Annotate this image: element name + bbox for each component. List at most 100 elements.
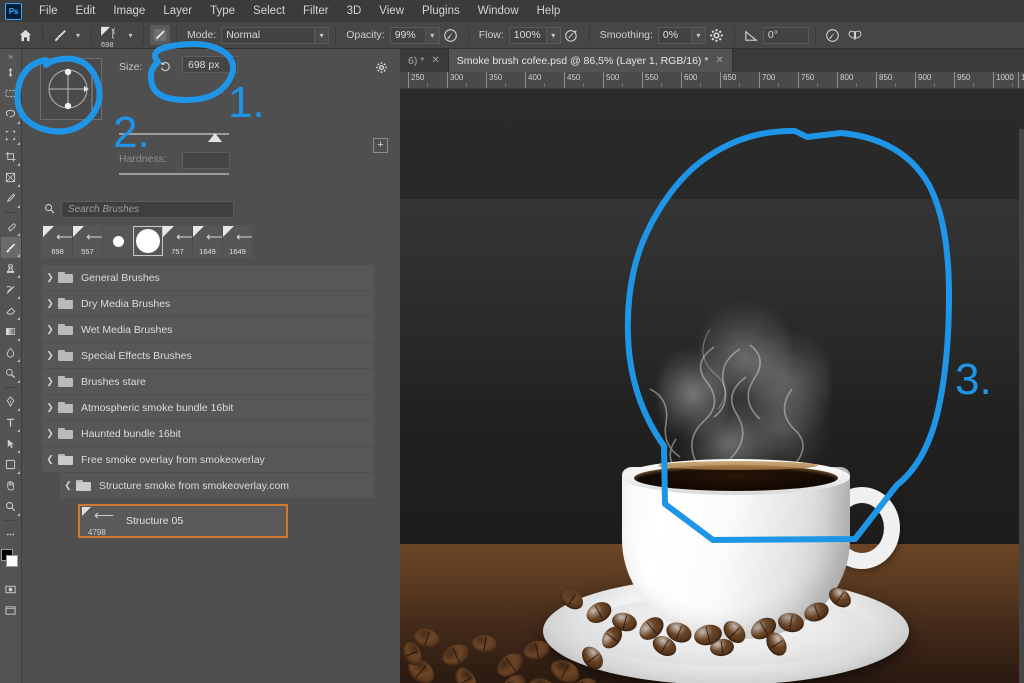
new-brush-preset-icon[interactable]: + (373, 138, 388, 153)
preset-thumb[interactable]: ⟵ 1649 (223, 226, 253, 256)
quick-mask-icon[interactable] (1, 579, 21, 600)
horizontal-ruler[interactable]: 250 300 350 400 450 500 550 600 650 700 … (400, 72, 1024, 89)
menu-select[interactable]: Select (244, 0, 294, 22)
brush-hardness-slider-track[interactable] (119, 173, 229, 175)
brush-tip-shape-widget[interactable] (40, 58, 102, 120)
brush-angle-value[interactable]: 0° (762, 26, 809, 44)
tool-dodge[interactable] (1, 363, 21, 384)
smoothing-options-icon[interactable] (706, 24, 728, 46)
tool-healing-brush[interactable] (1, 216, 21, 237)
menu-type[interactable]: Type (201, 0, 244, 22)
menu-image[interactable]: Image (104, 0, 154, 22)
preset-thumb[interactable] (103, 226, 133, 256)
blend-mode-chevron-icon[interactable]: ▾ (315, 26, 330, 44)
brush-folder-wet-media-brushes[interactable]: ❯ Wet Media Brushes (42, 317, 374, 342)
chevron-right-icon[interactable]: ❯ (42, 298, 58, 309)
brush-size-slider-thumb[interactable] (208, 133, 222, 142)
smoothing-chevron-icon[interactable]: ▾ (691, 26, 706, 44)
close-tab-icon[interactable]: ✕ (431, 55, 439, 66)
brush-folder-dry-media-brushes[interactable]: ❯ Dry Media Brushes (42, 291, 374, 316)
brush-size-field[interactable]: 698 px (182, 56, 238, 73)
search-input[interactable]: Search Brushes (61, 201, 234, 218)
blend-mode-select[interactable]: Normal ▾ (221, 26, 330, 44)
tool-path-select[interactable] (1, 433, 21, 454)
menu-filter[interactable]: Filter (294, 0, 338, 22)
brush-folder-brushes-stare[interactable]: ❯ Brushes stare (42, 369, 374, 394)
blend-mode-value[interactable]: Normal (221, 26, 316, 44)
chevron-right-icon[interactable]: ❯ (42, 350, 58, 361)
flow-chevron-icon[interactable]: ▾ (546, 26, 561, 44)
tool-zoom[interactable] (1, 496, 21, 517)
airbrush-icon[interactable] (561, 24, 583, 46)
tool-marquee[interactable] (1, 83, 21, 104)
document-tab-active[interactable]: Smoke brush cofee.psd @ 86,5% (Layer 1, … (448, 49, 733, 72)
chevron-down-icon[interactable]: ❮ (42, 454, 58, 465)
brush-folder-special-effects-brushes[interactable]: ❯ Special Effects Brushes (42, 343, 374, 368)
tool-eyedropper[interactable] (1, 188, 21, 209)
brush-folder-atmospheric-smoke-bundle[interactable]: ❯ Atmospheric smoke bundle 16bit (42, 395, 374, 420)
image-canvas[interactable] (400, 89, 1024, 683)
home-icon[interactable] (14, 24, 36, 46)
tool-hand[interactable] (1, 475, 21, 496)
tool-move[interactable] (1, 62, 21, 83)
chevron-right-icon[interactable]: ❯ (42, 376, 58, 387)
double-chevron-icon[interactable]: » (8, 51, 12, 62)
menu-file[interactable]: File (30, 0, 67, 22)
brush-preset-preview[interactable]: 698 (98, 24, 124, 49)
color-swatches[interactable] (0, 549, 21, 573)
preset-thumb[interactable]: ⟵ 557 (73, 226, 103, 256)
chevron-right-icon[interactable]: ❯ (42, 272, 58, 283)
close-tab-icon[interactable]: ✕ (715, 55, 723, 66)
reset-size-icon[interactable] (159, 60, 172, 76)
opacity-value[interactable]: 99% (389, 26, 426, 44)
brush-folder-free-smoke-overlay[interactable]: ❮ Free smoke overlay from smokeoverlay (42, 447, 374, 472)
menu-view[interactable]: View (370, 0, 413, 22)
screen-mode-icon[interactable] (1, 600, 21, 621)
menu-layer[interactable]: Layer (154, 0, 201, 22)
preset-thumb[interactable]: ⟵ 1649 (193, 226, 223, 256)
smoothing-control[interactable]: 0% ▾ (657, 26, 706, 44)
brush-tool-chevron-icon[interactable]: ▾ (71, 24, 85, 46)
brush-folder-general-brushes[interactable]: ❯ General Brushes (42, 265, 374, 290)
tool-eraser[interactable] (1, 300, 21, 321)
opacity-chevron-icon[interactable]: ▾ (425, 26, 440, 44)
preset-thumb-selected[interactable] (133, 226, 163, 256)
brush-preset-chevron-icon[interactable]: ▾ (124, 24, 137, 46)
brush-item-structure-05[interactable]: ⟵ Structure 05 4798 (78, 504, 288, 538)
canvas-vertical-scrollbar[interactable] (1019, 129, 1024, 683)
tool-pen[interactable] (1, 391, 21, 412)
brush-folder-haunted-bundle[interactable]: ❯ Haunted bundle 16bit (42, 421, 374, 446)
pressure-opacity-icon[interactable] (440, 24, 462, 46)
tool-history-brush[interactable] (1, 279, 21, 300)
chevron-right-icon[interactable]: ❯ (42, 428, 58, 439)
preset-thumb[interactable]: ⟵ 698 (43, 226, 73, 256)
brush-tool-icon[interactable] (49, 24, 71, 46)
tool-clone-stamp[interactable] (1, 258, 21, 279)
tool-brush[interactable] (0, 237, 21, 258)
tool-crop[interactable] (1, 146, 21, 167)
menu-plugins[interactable]: Plugins (413, 0, 469, 22)
chevron-down-icon[interactable]: ❮ (60, 480, 76, 491)
tool-shape[interactable] (1, 454, 21, 475)
flow-control[interactable]: 100% ▾ (508, 26, 561, 44)
panel-menu-gear-icon[interactable] (375, 61, 388, 77)
preset-thumb[interactable]: ⟵ 757 (163, 226, 193, 256)
brush-hardness-field[interactable] (182, 152, 230, 169)
tool-object-select[interactable] (1, 125, 21, 146)
tool-lasso[interactable] (1, 104, 21, 125)
symmetry-butterfly-icon[interactable] (844, 24, 866, 46)
flow-value[interactable]: 100% (508, 26, 547, 44)
menu-3d[interactable]: 3D (338, 0, 371, 22)
chevron-right-icon[interactable]: ❯ (42, 324, 58, 335)
menu-help[interactable]: Help (528, 0, 570, 22)
menu-window[interactable]: Window (469, 0, 528, 22)
background-color-swatch[interactable] (5, 555, 18, 567)
tool-frame[interactable] (1, 167, 21, 188)
tool-blur[interactable] (1, 342, 21, 363)
menu-edit[interactable]: Edit (67, 0, 105, 22)
tool-type[interactable] (1, 412, 21, 433)
pressure-size-icon[interactable] (822, 24, 844, 46)
smoothing-value[interactable]: 0% (657, 26, 692, 44)
tool-gradient[interactable] (1, 321, 21, 342)
opacity-control[interactable]: 99% ▾ (389, 26, 440, 44)
